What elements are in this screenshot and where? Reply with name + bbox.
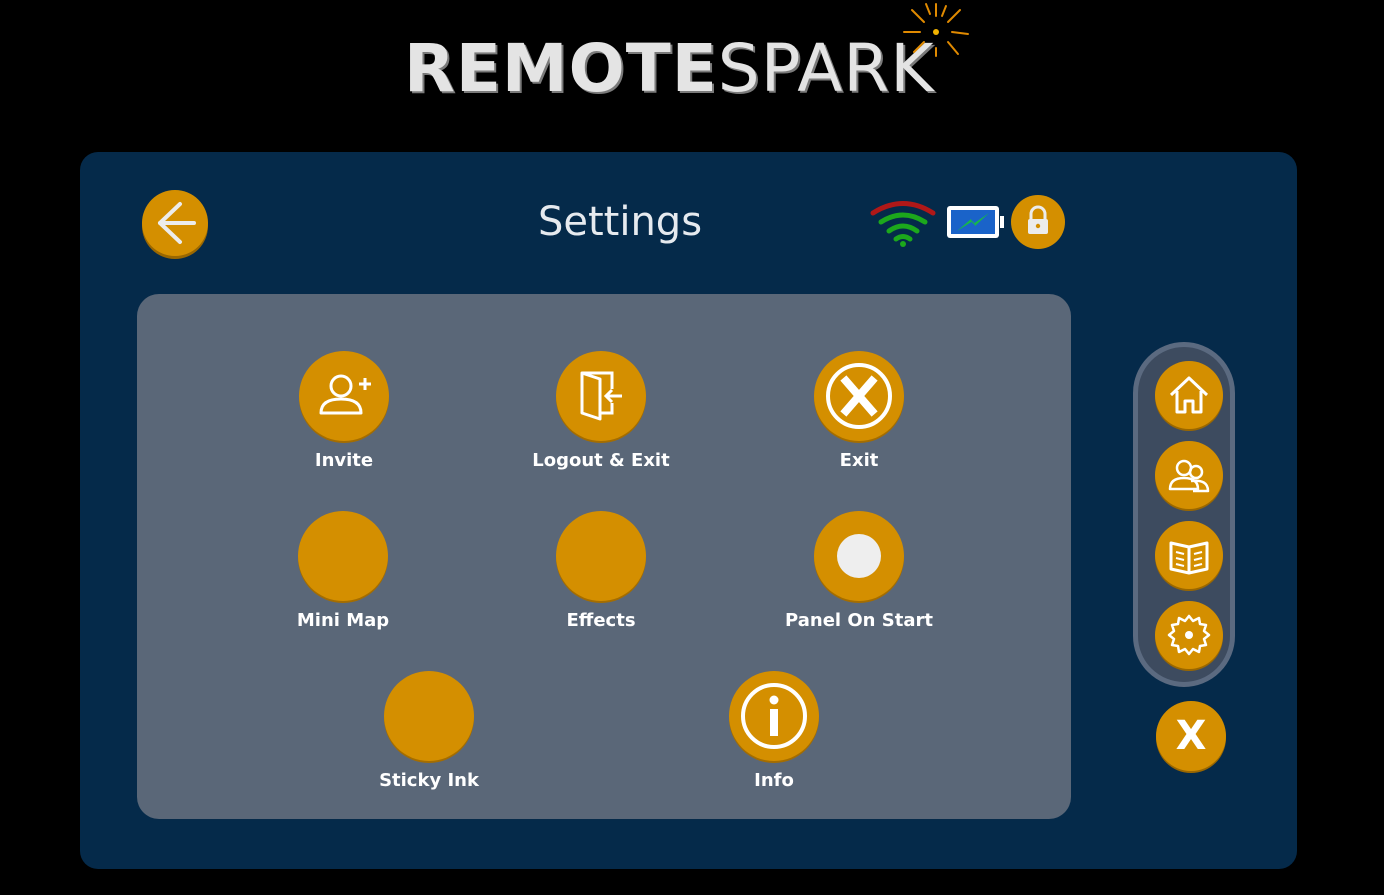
lock-button[interactable] <box>1011 195 1065 249</box>
home-icon <box>1169 376 1209 414</box>
close-button[interactable]: X <box>1156 701 1226 771</box>
back-arrow-icon <box>158 202 196 244</box>
logout-exit-button[interactable] <box>556 351 646 441</box>
effects-label: Effects <box>566 610 636 631</box>
sticky-ink-toggle[interactable] <box>384 671 474 761</box>
book-icon <box>1169 541 1209 575</box>
exit-label: Exit <box>839 450 879 471</box>
exit-x-icon <box>826 363 892 429</box>
panel-on-start-option[interactable]: Panel On Start <box>759 511 959 632</box>
invite-button[interactable] <box>299 351 389 441</box>
brand-wordmark-bold: REMOTE <box>404 30 718 107</box>
exit-button[interactable] <box>814 351 904 441</box>
info-option[interactable]: Info <box>674 671 874 792</box>
info-label: Info <box>754 770 794 791</box>
logout-door-icon <box>580 371 622 421</box>
spark-icon <box>903 3 969 57</box>
info-button[interactable] <box>729 671 819 761</box>
settings-button[interactable] <box>1155 601 1223 669</box>
settings-panel: Settings Invite Logout & Exit Exit Mini … <box>80 152 1297 869</box>
home-button[interactable] <box>1155 361 1223 429</box>
users-icon <box>1168 459 1210 493</box>
exit-option[interactable]: Exit <box>759 351 959 472</box>
invite-label: Invite <box>314 450 374 471</box>
effects-option[interactable]: Effects <box>501 511 701 632</box>
wifi-icon <box>870 201 936 247</box>
effects-toggle[interactable] <box>556 511 646 601</box>
users-button[interactable] <box>1155 441 1223 509</box>
toggle-on-dot <box>837 534 881 578</box>
book-button[interactable] <box>1155 521 1223 589</box>
close-icon: X <box>1175 713 1207 759</box>
page-title: Settings <box>537 199 703 245</box>
mini-map-option[interactable]: Mini Map <box>243 511 443 632</box>
nav-rail <box>1133 342 1235 687</box>
add-user-icon <box>319 374 371 415</box>
brand-logo: REMOTESPARK <box>400 0 980 110</box>
sticky-ink-label: Sticky Ink <box>379 770 479 791</box>
panel-on-start-toggle[interactable] <box>814 511 904 601</box>
battery-charging-icon <box>947 206 1004 238</box>
mini-map-toggle[interactable] <box>298 511 388 601</box>
back-button[interactable] <box>142 190 208 256</box>
lock-icon <box>1028 205 1048 234</box>
panel-on-start-label: Panel On Start <box>785 610 933 631</box>
invite-option[interactable]: Invite <box>244 351 444 472</box>
brand-wordmark: REMOTESPARK <box>404 36 935 102</box>
logout-exit-option[interactable]: Logout & Exit <box>501 351 701 472</box>
settings-grid: Invite Logout & Exit Exit Mini Map Effec… <box>137 294 1071 819</box>
gear-icon <box>1167 614 1211 656</box>
info-icon <box>741 683 807 749</box>
logout-exit-label: Logout & Exit <box>532 450 670 471</box>
sticky-ink-option[interactable]: Sticky Ink <box>329 671 529 792</box>
mini-map-label: Mini Map <box>296 610 390 631</box>
